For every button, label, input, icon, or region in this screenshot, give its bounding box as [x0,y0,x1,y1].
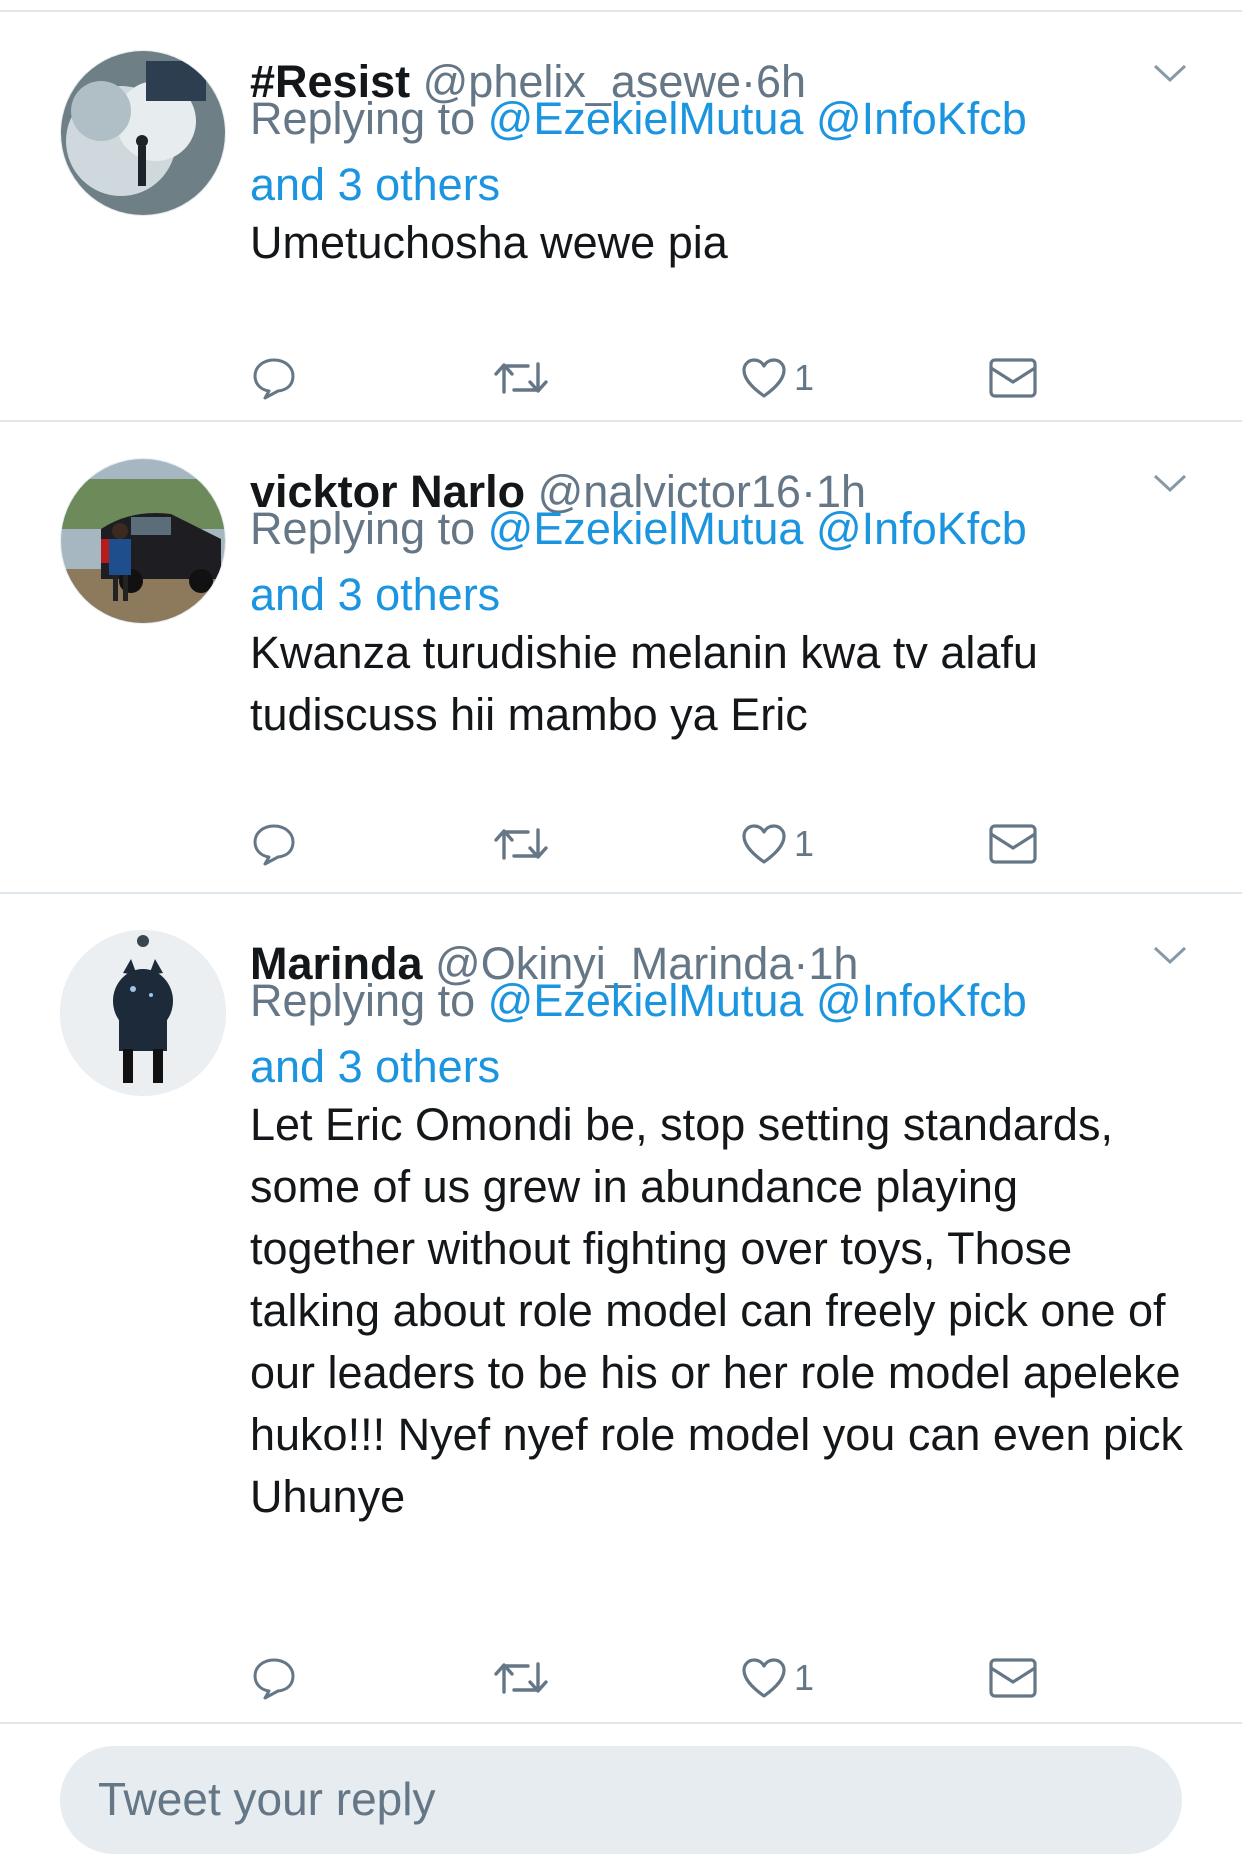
reply-button[interactable] [250,814,298,874]
reply-button[interactable] [250,348,298,408]
direct-message-button[interactable] [988,1648,1038,1708]
avatar[interactable] [60,458,226,624]
avatar[interactable] [60,930,226,1096]
like-button[interactable]: 1 [740,814,814,874]
retweet-button[interactable] [492,1648,550,1708]
retweet-icon [494,828,548,860]
avatar[interactable] [60,50,226,216]
replying-prefix: Replying to [250,975,488,1026]
envelope-icon [989,1658,1037,1698]
envelope-icon [989,824,1037,864]
tweet[interactable]: Marinda @Okinyi_Marinda·1h Replying to @… [0,894,1242,1724]
like-count: 1 [794,1657,815,1698]
tweet-divider [0,1722,1242,1724]
chevron-down-icon[interactable] [1152,944,1188,966]
replying-prefix: Replying to [250,93,488,144]
direct-message-button[interactable] [988,348,1038,408]
chevron-down-icon[interactable] [1152,62,1188,84]
reply-icon [253,1658,295,1700]
tweet-actions: 1 [250,348,1190,408]
mention-link[interactable]: @EzekielMutua [488,93,804,144]
mention-link[interactable]: @InfoKfcb [816,503,1027,554]
reply-icon [253,358,295,400]
mention-link[interactable]: @InfoKfcb [816,975,1027,1026]
avatar-man-with-car-icon [61,459,225,623]
avatar-teargas-protest-icon [61,51,225,215]
mention-link[interactable]: @EzekielMutua [488,503,804,554]
tweet-text: Umetuchosha wewe pia [250,217,728,268]
direct-message-button[interactable] [988,814,1038,874]
tweet-actions: 1 [250,1648,1190,1708]
tweet-text: Kwanza turudishie melanin kwa tv alafu t… [250,627,1038,740]
chevron-down-icon[interactable] [1152,472,1188,494]
reply-icon [253,824,295,866]
tweet[interactable]: #Resist @phelix_asewe·6h Replying to @Ez… [0,12,1242,422]
mention-link[interactable]: @InfoKfcb [816,93,1027,144]
like-button[interactable]: 1 [740,348,814,408]
replying-to: Replying to @EzekielMutua @InfoKfcb and … [250,968,1150,1100]
replying-prefix: Replying to [250,503,488,554]
retweet-button[interactable] [492,814,550,874]
like-button[interactable]: 1 [740,1648,814,1708]
replying-to: Replying to @EzekielMutua @InfoKfcb and … [250,496,1150,628]
like-count: 1 [794,357,815,398]
tweet-actions: 1 [250,814,1190,874]
reply-composer[interactable]: Tweet your reply [60,1746,1182,1854]
retweet-icon [494,362,548,394]
envelope-icon [989,358,1037,398]
heart-icon [742,1658,786,1698]
retweet-icon [494,1662,548,1694]
like-count: 1 [794,823,815,864]
mention-link[interactable]: @EzekielMutua [488,975,804,1026]
replying-to: Replying to @EzekielMutua @InfoKfcb and … [250,86,1150,218]
others-link[interactable]: and 3 others [250,569,500,620]
others-link[interactable]: and 3 others [250,159,500,210]
others-link[interactable]: and 3 others [250,1041,500,1092]
avatar-wolf-art-icon [61,931,225,1095]
heart-icon [742,824,786,864]
tweet-text: Let Eric Omondi be, stop setting standar… [250,1099,1184,1522]
tweet[interactable]: vicktor Narlo @nalvictor16·1h Replying t… [0,422,1242,894]
heart-icon [742,358,786,398]
retweet-button[interactable] [492,348,550,408]
reply-button[interactable] [250,1648,298,1708]
reply-placeholder[interactable]: Tweet your reply [98,1772,435,1826]
